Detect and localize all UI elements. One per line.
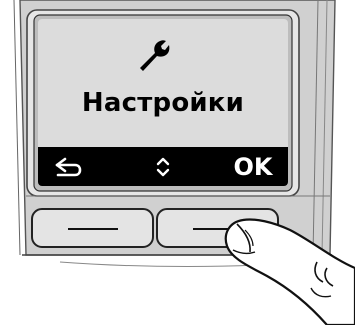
softkey-middle[interactable]	[133, 147, 193, 186]
ok-label: OK	[233, 152, 273, 181]
screen-title: Настройки	[81, 88, 245, 118]
left-hardware-key[interactable]	[30, 207, 155, 249]
wrench-icon	[140, 40, 170, 71]
softkey-right[interactable]: OK	[218, 147, 288, 186]
softkey-bar: OK	[38, 147, 288, 186]
pressing-finger	[224, 218, 355, 325]
up-down-chevron-icon	[156, 157, 170, 176]
back-arrow-icon	[55, 157, 82, 176]
softkey-left[interactable]	[38, 147, 98, 186]
